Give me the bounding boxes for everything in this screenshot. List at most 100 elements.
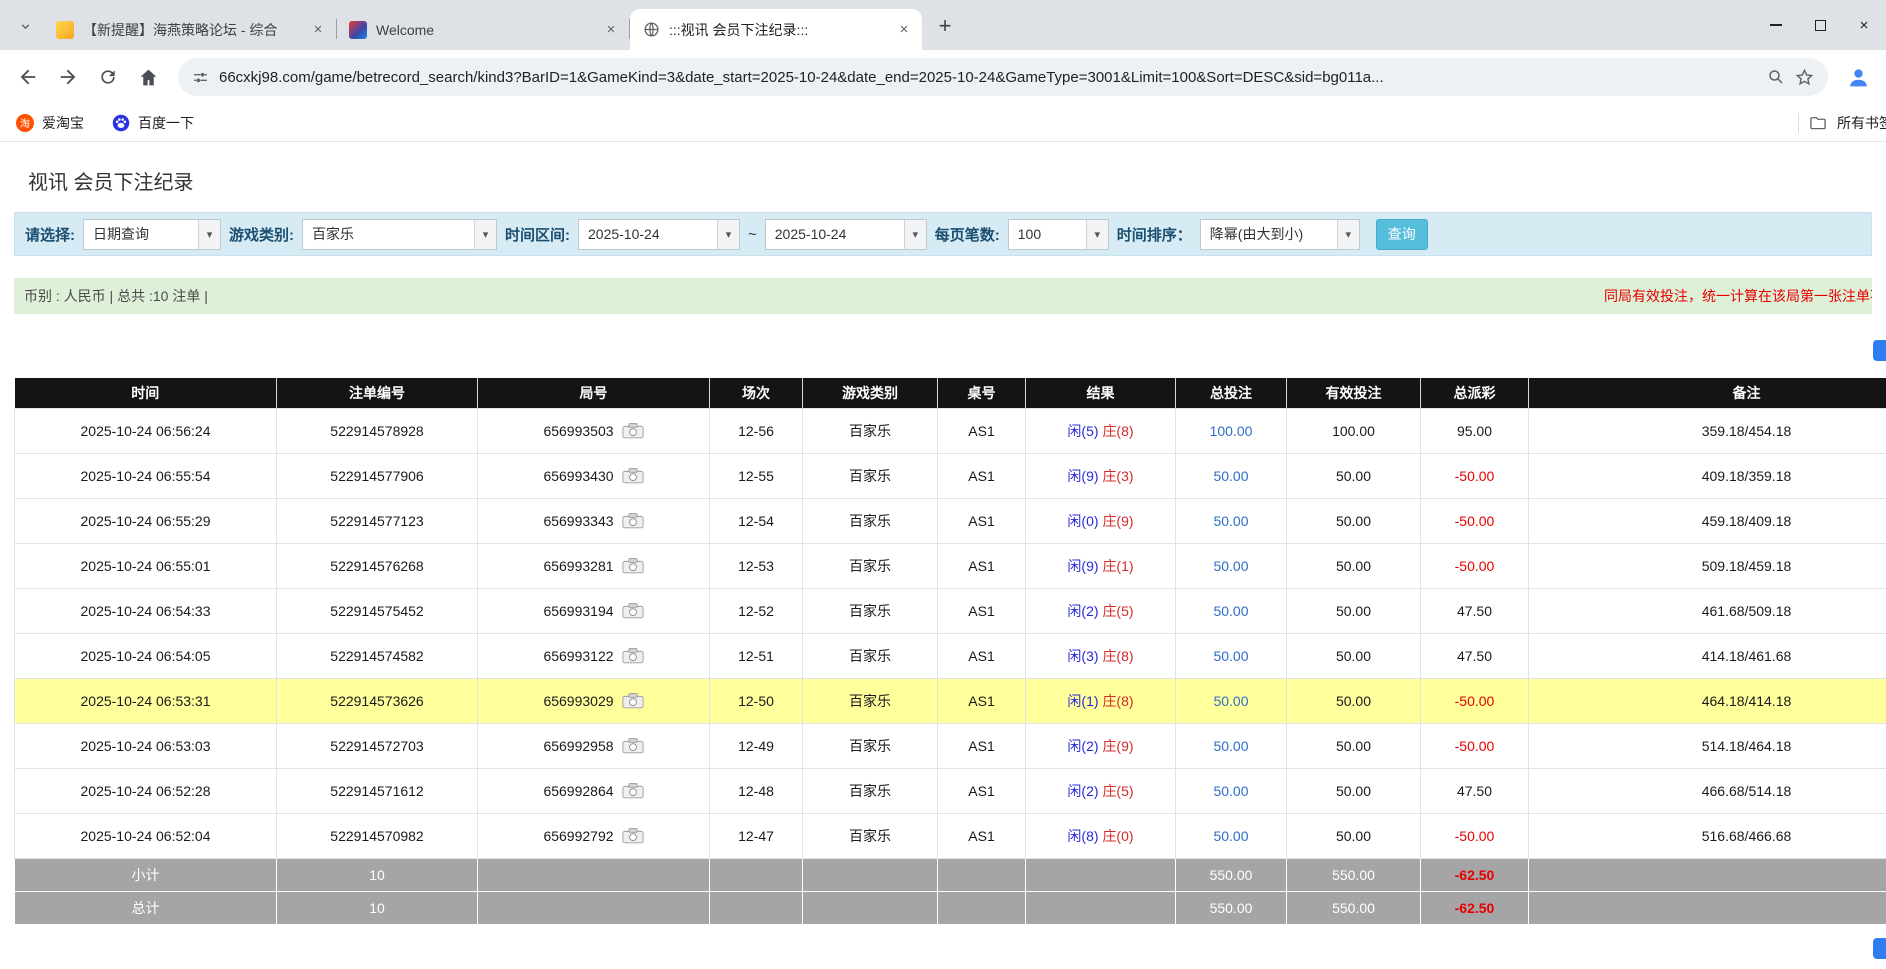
total-bet-link[interactable]: 50.00 [1213,513,1248,529]
maximize-button[interactable] [1798,0,1842,50]
cell-result: 闲(1) 庄(8) [1026,678,1176,723]
cell-empty [938,858,1026,891]
total-bet-link[interactable]: 50.00 [1213,693,1248,709]
floating-edge-button-bottom[interactable] [1873,938,1886,959]
roadmap-camera-icon[interactable] [622,827,644,844]
roadmap-camera-icon[interactable] [622,692,644,709]
cell-round-no: 656992958 [478,723,710,768]
browser-chrome: 【新提醒】海燕策略论坛 - 综合 × Welcome × :::视讯 会员下注纪… [0,0,1886,142]
profile-button[interactable] [1840,59,1876,95]
cell-note: 459.18/409.18 [1529,498,1886,543]
total-bet-link[interactable]: 100.00 [1210,423,1253,439]
roadmap-camera-icon[interactable] [622,422,644,439]
page-title: 视讯 会员下注纪录 [28,166,1886,195]
header-result: 结果 [1026,378,1176,408]
result-banker: 庄(1) [1102,558,1133,574]
query-mode-select[interactable]: 日期查询 ▾ [83,219,221,250]
cell-bet-no: 522914573626 [277,678,478,723]
cell-valid-bet: 50.00 [1287,813,1421,858]
tab-bet-records-active[interactable]: :::视讯 会员下注纪录::: × [630,9,922,50]
cell-result: 闲(2) 庄(9) [1026,723,1176,768]
floating-edge-button-top[interactable] [1873,340,1886,361]
roadmap-camera-icon[interactable] [622,557,644,574]
tab-close-icon[interactable]: × [601,20,621,40]
taobao-icon: 淘 [16,114,34,132]
cell-category: 百家乐 [803,498,938,543]
url-text[interactable]: 66cxkj98.com/game/betrecord_search/kind3… [219,69,1757,86]
cell-category: 百家乐 [803,588,938,633]
cell-total-bet: 50.00 [1176,498,1287,543]
tab-close-icon[interactable]: × [894,20,914,40]
tab-forum[interactable]: 【新提醒】海燕策略论坛 - 综合 × [44,9,336,50]
sort-order-select[interactable]: 降幂(由大到小) ▾ [1200,219,1360,250]
new-tab-button[interactable]: + [930,11,960,41]
roadmap-camera-icon[interactable] [622,467,644,484]
total-bet-link[interactable]: 50.00 [1213,603,1248,619]
roadmap-camera-icon[interactable] [622,602,644,619]
page-size-select[interactable]: 100 ▾ [1008,219,1109,250]
all-bookmarks[interactable]: 所有书签 [1798,104,1886,141]
total-bet-link[interactable]: 50.00 [1213,558,1248,574]
cell-empty [938,891,1026,924]
cell-bet-no: 522914572703 [277,723,478,768]
roadmap-camera-icon[interactable] [622,647,644,664]
tab-welcome[interactable]: Welcome × [337,9,629,50]
round-no-text: 656992864 [543,783,613,799]
cell-session: 12-48 [710,768,803,813]
total-bet-link[interactable]: 50.00 [1213,828,1248,844]
search-button[interactable]: 查询 [1376,219,1428,250]
home-button[interactable] [130,59,166,95]
bookmark-star-icon[interactable] [1795,68,1814,87]
cell-time: 2025-10-24 06:52:28 [15,768,277,813]
category-label: 游戏类别: [229,224,294,245]
cell-session: 12-49 [710,723,803,768]
bookmark-baidu[interactable]: 百度一下 [112,113,194,133]
zoom-icon[interactable] [1767,68,1785,86]
refresh-button[interactable] [90,59,126,95]
bookmark-taobao[interactable]: 淘 爱淘宝 [16,113,84,133]
round-no-text: 656992792 [543,828,613,844]
date-start-input[interactable]: 2025-10-24 ▾ [578,219,740,250]
subtotal-count: 10 [277,858,478,891]
header-time: 时间 [15,378,277,408]
cell-result: 闲(0) 庄(9) [1026,498,1176,543]
cell-session: 12-53 [710,543,803,588]
url-bar[interactable]: 66cxkj98.com/game/betrecord_search/kind3… [178,58,1828,96]
date-end-input[interactable]: 2025-10-24 ▾ [765,219,927,250]
site-info-icon[interactable] [192,69,209,86]
back-button[interactable] [10,59,46,95]
cell-note: 514.18/464.18 [1529,723,1886,768]
cell-payout: -50.00 [1421,813,1529,858]
cell-table-no: AS1 [938,768,1026,813]
result-player: 闲(0) [1067,513,1098,529]
cell-round-no: 656993029 [478,678,710,723]
cell-time: 2025-10-24 06:53:03 [15,723,277,768]
cell-payout: -50.00 [1421,723,1529,768]
minimize-button[interactable] [1754,0,1798,50]
cell-time: 2025-10-24 06:54:05 [15,633,277,678]
cell-result: 闲(3) 庄(8) [1026,633,1176,678]
roadmap-camera-icon[interactable] [622,512,644,529]
cell-empty [1026,858,1176,891]
table-row: 2025-10-24 06:53:31 522914573626 6569930… [15,678,1886,723]
roadmap-camera-icon[interactable] [622,737,644,754]
forward-button[interactable] [50,59,86,95]
game-category-select[interactable]: 百家乐 ▾ [302,219,497,250]
cell-table-no: AS1 [938,408,1026,453]
total-bet-link[interactable]: 50.00 [1213,738,1248,754]
select-label: 请选择: [25,224,75,245]
total-bet-link[interactable]: 50.00 [1213,783,1248,799]
cell-session: 12-54 [710,498,803,543]
header-table-no: 桌号 [938,378,1026,408]
total-bet-link[interactable]: 50.00 [1213,468,1248,484]
roadmap-camera-icon[interactable] [622,782,644,799]
total-bet-link[interactable]: 50.00 [1213,648,1248,664]
tab-close-icon[interactable]: × [308,20,328,40]
cell-bet-no: 522914571612 [277,768,478,813]
close-button[interactable]: × [1842,0,1886,50]
tab-search-button[interactable] [10,11,40,41]
cell-time: 2025-10-24 06:55:29 [15,498,277,543]
cell-table-no: AS1 [938,453,1026,498]
result-player: 闲(2) [1067,738,1098,754]
folder-icon [1809,114,1827,132]
